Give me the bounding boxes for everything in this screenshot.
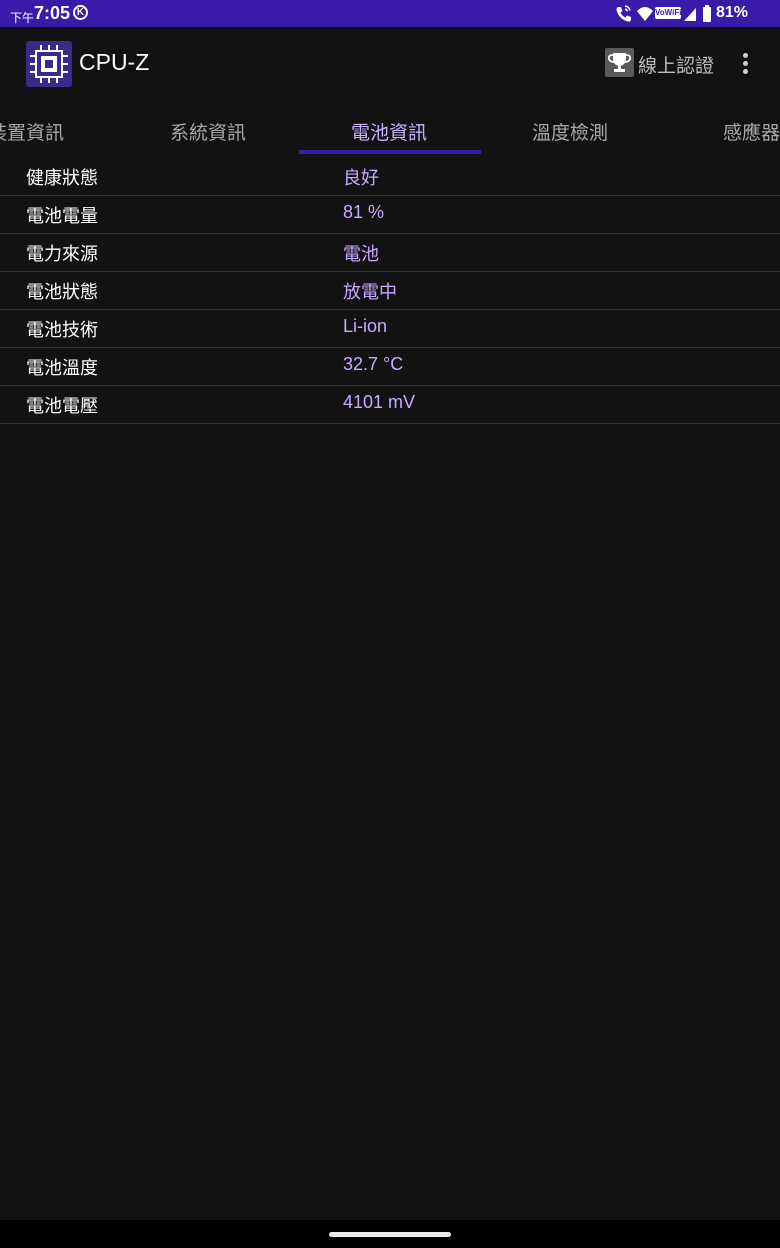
- info-value: 32.7 °C: [343, 354, 404, 374]
- list-item: 電池狀態 放電中: [0, 272, 780, 310]
- wifi-icon: [637, 7, 653, 21]
- info-value: 81 %: [343, 202, 385, 222]
- info-key: 電力來源: [26, 244, 98, 265]
- app-title: CPU-Z: [79, 49, 150, 75]
- info-key: 電池電量: [26, 206, 98, 227]
- wifi-calling-icon: [616, 5, 631, 22]
- home-gesture-handle[interactable]: [329, 1232, 451, 1237]
- battery-info-list: 健康狀態 良好 電池電量 81 % 電力來源 電池 電池狀態 放電中 電池技術 …: [0, 158, 780, 424]
- trophy-icon[interactable]: [605, 48, 634, 77]
- battery-icon: [703, 5, 711, 22]
- tab-indicator: [299, 150, 481, 154]
- cpu-chip-icon: [26, 41, 72, 87]
- info-key: 電池電壓: [26, 396, 98, 417]
- online-validation-button[interactable]: 線上認證: [638, 51, 714, 78]
- more-vert-icon[interactable]: [738, 51, 754, 77]
- status-ampm: 下午: [10, 11, 35, 25]
- k-badge-icon: K: [73, 5, 88, 20]
- battery-percent: 81%: [716, 4, 749, 21]
- list-item: 電池電量 81 %: [0, 196, 780, 234]
- info-key: 健康狀態: [26, 168, 98, 189]
- tab-thermal[interactable]: 溫度檢測: [532, 118, 608, 145]
- info-value: 電池: [343, 244, 379, 265]
- tab-device-info[interactable]: 裝置資訊: [0, 118, 64, 145]
- info-value: 放電中: [343, 282, 397, 303]
- info-value: 4101 mV: [343, 392, 416, 412]
- info-value: 良好: [343, 168, 379, 189]
- list-item: 電力來源 電池: [0, 234, 780, 272]
- navigation-bar: [0, 1220, 780, 1248]
- vowifi-badge: VoWiFi: [655, 7, 682, 19]
- info-key: 電池狀態: [26, 282, 98, 303]
- status-time: 7:05: [34, 3, 71, 23]
- tab-bar: 裝置資訊 系統資訊 電池資訊 溫度檢測 感應器: [0, 102, 780, 158]
- list-item: 電池溫度 32.7 °C: [0, 348, 780, 386]
- list-item: 電池電壓 4101 mV: [0, 386, 780, 424]
- cellular-signal-icon: [684, 8, 696, 21]
- list-item: 電池技術 Li-ion: [0, 310, 780, 348]
- tab-sensors[interactable]: 感應器: [723, 118, 780, 145]
- info-key: 電池溫度: [26, 358, 98, 379]
- info-key: 電池技術: [26, 320, 98, 341]
- tab-system-info[interactable]: 系統資訊: [170, 118, 246, 145]
- tab-battery-info[interactable]: 電池資訊: [351, 118, 427, 145]
- list-item: 健康狀態 良好: [0, 158, 780, 196]
- status-bar: 下午 7:05 K VoWiFi 81%: [0, 0, 780, 27]
- info-value: Li-ion: [343, 316, 388, 336]
- app-bar: CPU-Z 線上認證: [0, 27, 780, 102]
